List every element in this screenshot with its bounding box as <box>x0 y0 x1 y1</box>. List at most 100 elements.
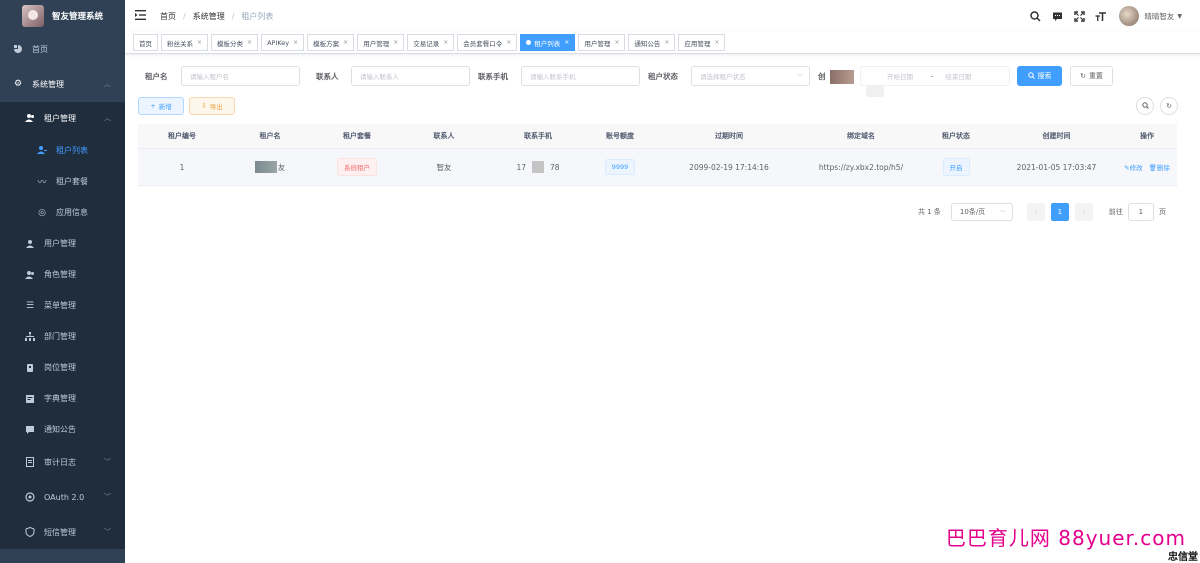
delete-link[interactable]: 🗑删除 <box>1149 162 1170 172</box>
tag-item-active[interactable]: 租户列表 × <box>520 34 576 51</box>
sidebar-item-menus[interactable]: ☰ 菜单管理 <box>0 290 125 321</box>
contact-label: 联系人 <box>316 72 339 81</box>
sidebar-item-label: 用户管理 <box>44 239 76 248</box>
sidebar-item-tenant[interactable]: 租户管理 ︿ <box>0 102 125 134</box>
close-icon[interactable]: × <box>664 39 669 46</box>
tag-item[interactable]: 应用管理 × <box>678 34 726 51</box>
close-icon[interactable]: × <box>443 39 448 46</box>
sidebar-item-app-info[interactable]: ◎ 应用信息 <box>0 197 125 228</box>
refresh-button[interactable]: ↻ <box>1160 97 1178 115</box>
font-size-icon[interactable] <box>1095 10 1107 22</box>
tag-item[interactable]: APIKey × <box>261 34 305 51</box>
download-icon: ⇩ <box>201 102 207 110</box>
fullscreen-icon[interactable] <box>1073 10 1085 22</box>
status-select[interactable]: 请选择租户状态 ﹀ <box>691 66 810 86</box>
close-icon[interactable]: × <box>197 39 202 46</box>
username[interactable]: 晴晴智友 <box>1144 11 1174 22</box>
close-icon[interactable]: × <box>247 39 252 46</box>
table-row[interactable]: 1 友 系统租户 智友 17 78 9999 2099-02-19 17:14:… <box>138 149 1177 186</box>
breadcrumb-item[interactable]: 系统管理 <box>193 11 225 22</box>
close-icon[interactable]: × <box>293 39 298 46</box>
sidebar-item-roles[interactable]: 角色管理 <box>0 259 125 290</box>
close-icon[interactable]: × <box>714 39 719 46</box>
start-date-placeholder: 开始日期 <box>887 73 913 81</box>
sidebar-item-label: 租户列表 <box>56 145 88 155</box>
redacted-mosaic <box>254 161 277 173</box>
contact-input[interactable]: 请输入联系人 <box>351 66 470 86</box>
breadcrumb-item[interactable]: 首页 <box>160 11 176 22</box>
sidebar-item-audit-log[interactable]: 审计日志 ﹀ <box>0 445 125 479</box>
sidebar-item-system[interactable]: ⚙ 系统管理 ︿ <box>0 66 125 102</box>
date-range-picker[interactable]: 开始日期 - 结束日期 <box>860 66 1010 86</box>
plus-icon: + <box>150 102 156 110</box>
sidebar-item-tenant-list[interactable]: 租户列表 <box>0 134 125 166</box>
tag-item[interactable]: 用户管理 × <box>578 34 626 51</box>
tag-label: 粉丝关系 <box>167 39 193 48</box>
close-icon[interactable]: × <box>343 39 348 46</box>
column-header: 联系手机 <box>524 132 552 140</box>
active-dot-icon <box>526 40 532 45</box>
goto-page-input[interactable]: 1 <box>1127 203 1154 221</box>
tag-label: 用户管理 <box>363 39 390 48</box>
export-button[interactable]: ⇩ 导出 <box>189 97 235 115</box>
tag-item[interactable]: 会员套餐口令 × <box>457 34 518 51</box>
edit-link[interactable]: ✎修改 <box>1124 162 1142 172</box>
cell-phone: 17 78 <box>488 149 588 185</box>
oauth-icon <box>24 491 36 503</box>
tag-item[interactable]: 模板分类 × <box>211 34 259 51</box>
sidebar-item-sms[interactable]: 短信管理 ﹀ <box>0 515 125 549</box>
sidebar-item-departments[interactable]: 部门管理 <box>0 321 125 352</box>
column-header: 联系人 <box>433 132 455 140</box>
sidebar-item-label: OAuth 2.0 <box>44 492 85 502</box>
tag-label: 通知公告 <box>634 39 661 48</box>
column-header: 创建时间 <box>1042 132 1071 140</box>
sidebar-item-label: 角色管理 <box>44 270 76 279</box>
phone-input[interactable]: 请输入联系手机 <box>521 66 640 86</box>
refresh-icon: ↻ <box>1166 102 1172 110</box>
page-size-select[interactable]: 10条/页 ﹀ <box>950 203 1013 221</box>
toggle-search-button[interactable] <box>1136 97 1154 115</box>
search-icon[interactable] <box>1029 10 1041 22</box>
refresh-icon: ↻ <box>1080 72 1086 80</box>
sidebar-item-users[interactable]: 用户管理 <box>0 228 125 259</box>
tenant-name-input[interactable]: 请输入租户名 <box>181 66 300 86</box>
tag-item[interactable]: 模板方案 × <box>307 34 355 51</box>
caret-down-icon[interactable]: ▼ <box>1177 13 1182 20</box>
tag-item[interactable]: 通知公告 × <box>628 34 676 51</box>
page-number-current[interactable]: 1 <box>1050 203 1069 221</box>
tenant-name-label: 租户名 <box>145 72 168 81</box>
sidebar-item-notice[interactable]: 通知公告 <box>0 414 125 445</box>
tag-item[interactable]: 粉丝关系 × <box>161 34 209 51</box>
close-icon[interactable]: × <box>393 39 398 46</box>
chevron-down-icon: ﹀ <box>104 458 111 466</box>
breadcrumb-item-current: 租户列表 <box>241 11 274 21</box>
column-header: 租户编号 <box>168 132 196 140</box>
watermark-corner: 忠信堂 <box>1168 552 1198 563</box>
goto-label: 前往 <box>1108 208 1123 216</box>
sidebar-item-label: 部门管理 <box>44 332 76 341</box>
tree-icon <box>24 331 36 343</box>
next-page-button[interactable]: › <box>1074 203 1093 221</box>
add-button[interactable]: + 新增 <box>138 97 184 115</box>
hamburger-icon[interactable] <box>135 9 146 23</box>
close-icon[interactable]: × <box>614 39 619 46</box>
close-icon[interactable]: × <box>506 39 511 46</box>
sidebar-item-tenant-package[interactable]: 〰 租户套餐 <box>0 166 125 197</box>
cell-actions: ✎修改 🗑删除 <box>1117 149 1177 185</box>
message-icon[interactable] <box>1051 10 1063 22</box>
tag-item[interactable]: 用户管理 × <box>357 34 405 51</box>
search-button[interactable]: 搜索 <box>1017 66 1062 86</box>
sidebar-item-oauth[interactable]: OAuth 2.0 ﹀ <box>0 479 125 515</box>
tag-item[interactable]: 交易记录 × <box>407 34 455 51</box>
close-icon[interactable]: × <box>564 39 569 46</box>
logo[interactable]: 智友管理系统 <box>0 0 125 32</box>
sidebar-item-posts[interactable]: 岗位管理 <box>0 352 125 383</box>
sidebar-item-home[interactable]: 首页 <box>0 32 125 66</box>
prev-page-button[interactable]: ‹ <box>1026 203 1045 221</box>
avatar[interactable] <box>1119 6 1140 26</box>
tag-item[interactable]: 首页 <box>133 34 158 51</box>
sidebar-item-dict[interactable]: 字典管理 <box>0 383 125 414</box>
breadcrumb: 首页 / 系统管理 / 租户列表 <box>160 11 273 22</box>
placeholder: 请选择租户状态 <box>700 73 746 81</box>
reset-button[interactable]: ↻ 重置 <box>1070 66 1113 86</box>
